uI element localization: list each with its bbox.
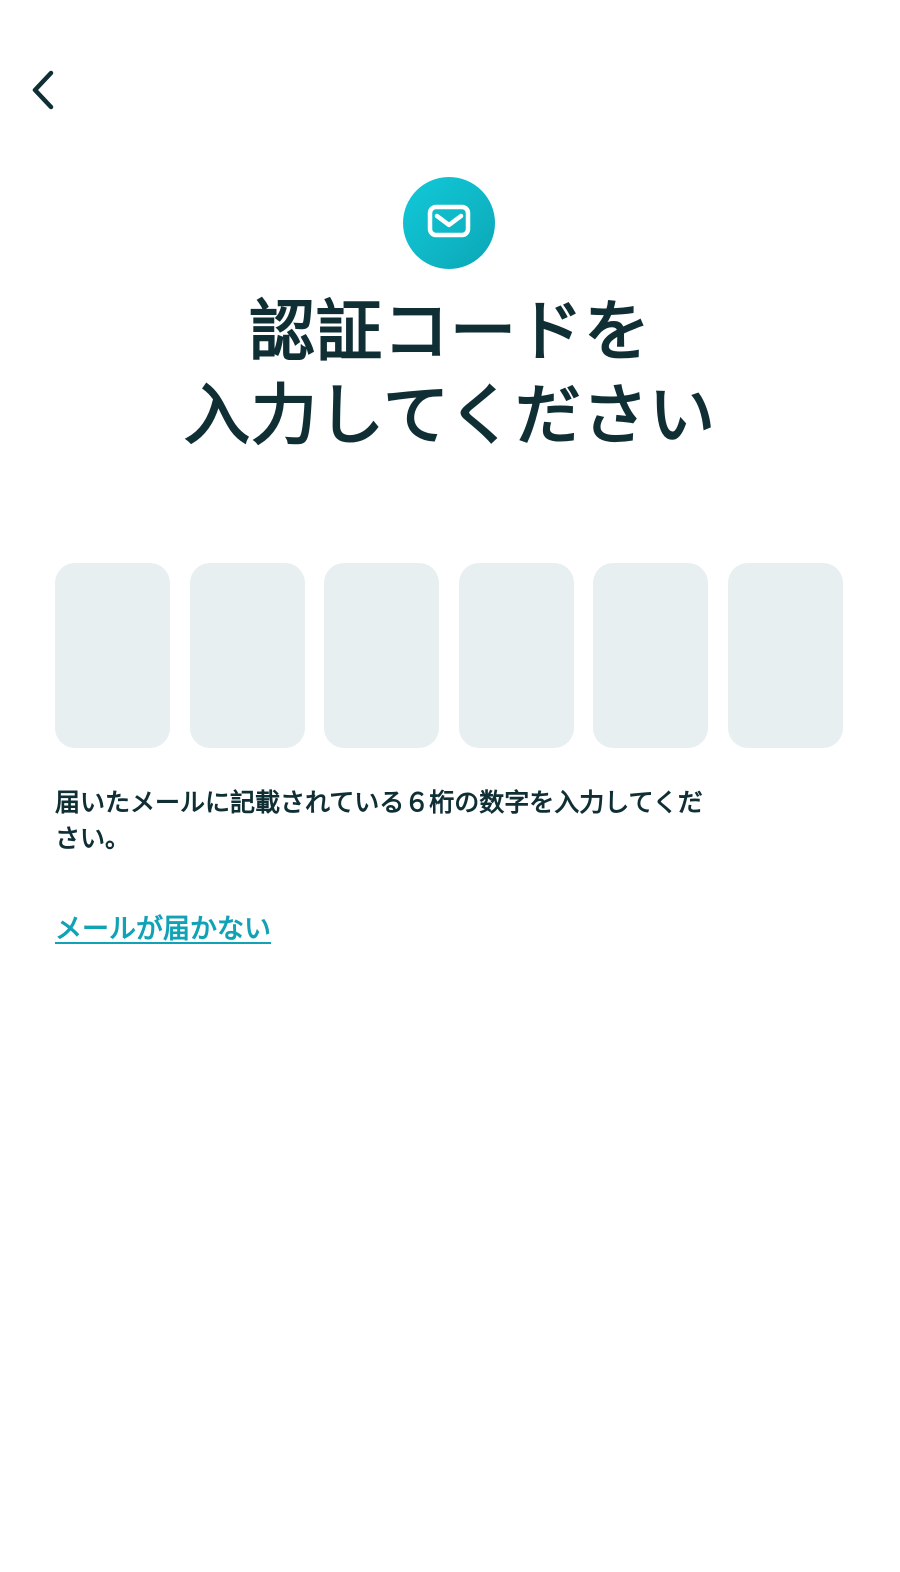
mail-badge <box>403 177 495 269</box>
chevron-left-icon <box>27 68 57 112</box>
resend-email-link[interactable]: メールが届かない <box>55 910 271 950</box>
code-digit-6[interactable] <box>727 563 843 748</box>
code-digit-3[interactable] <box>324 563 440 748</box>
verification-code-screen: 認証コードを 入力してください 届いたメールに記載されている６桁の数字を入力して… <box>0 0 900 1572</box>
code-input-group <box>55 563 843 748</box>
code-digit-2[interactable] <box>189 563 305 748</box>
page-title: 認証コードを 入力してください <box>0 290 900 458</box>
back-button[interactable] <box>18 62 66 118</box>
code-digit-5[interactable] <box>593 563 709 748</box>
instruction-text: 届いたメールに記載されている６桁の数字を入力してください。 <box>55 788 703 853</box>
code-digit-1[interactable] <box>55 563 170 748</box>
code-digit-4[interactable] <box>458 563 574 748</box>
page-title-line-2: 入力してください <box>183 377 717 454</box>
mail-icon <box>427 204 471 242</box>
page-title-line-1: 認証コードを <box>249 293 651 370</box>
